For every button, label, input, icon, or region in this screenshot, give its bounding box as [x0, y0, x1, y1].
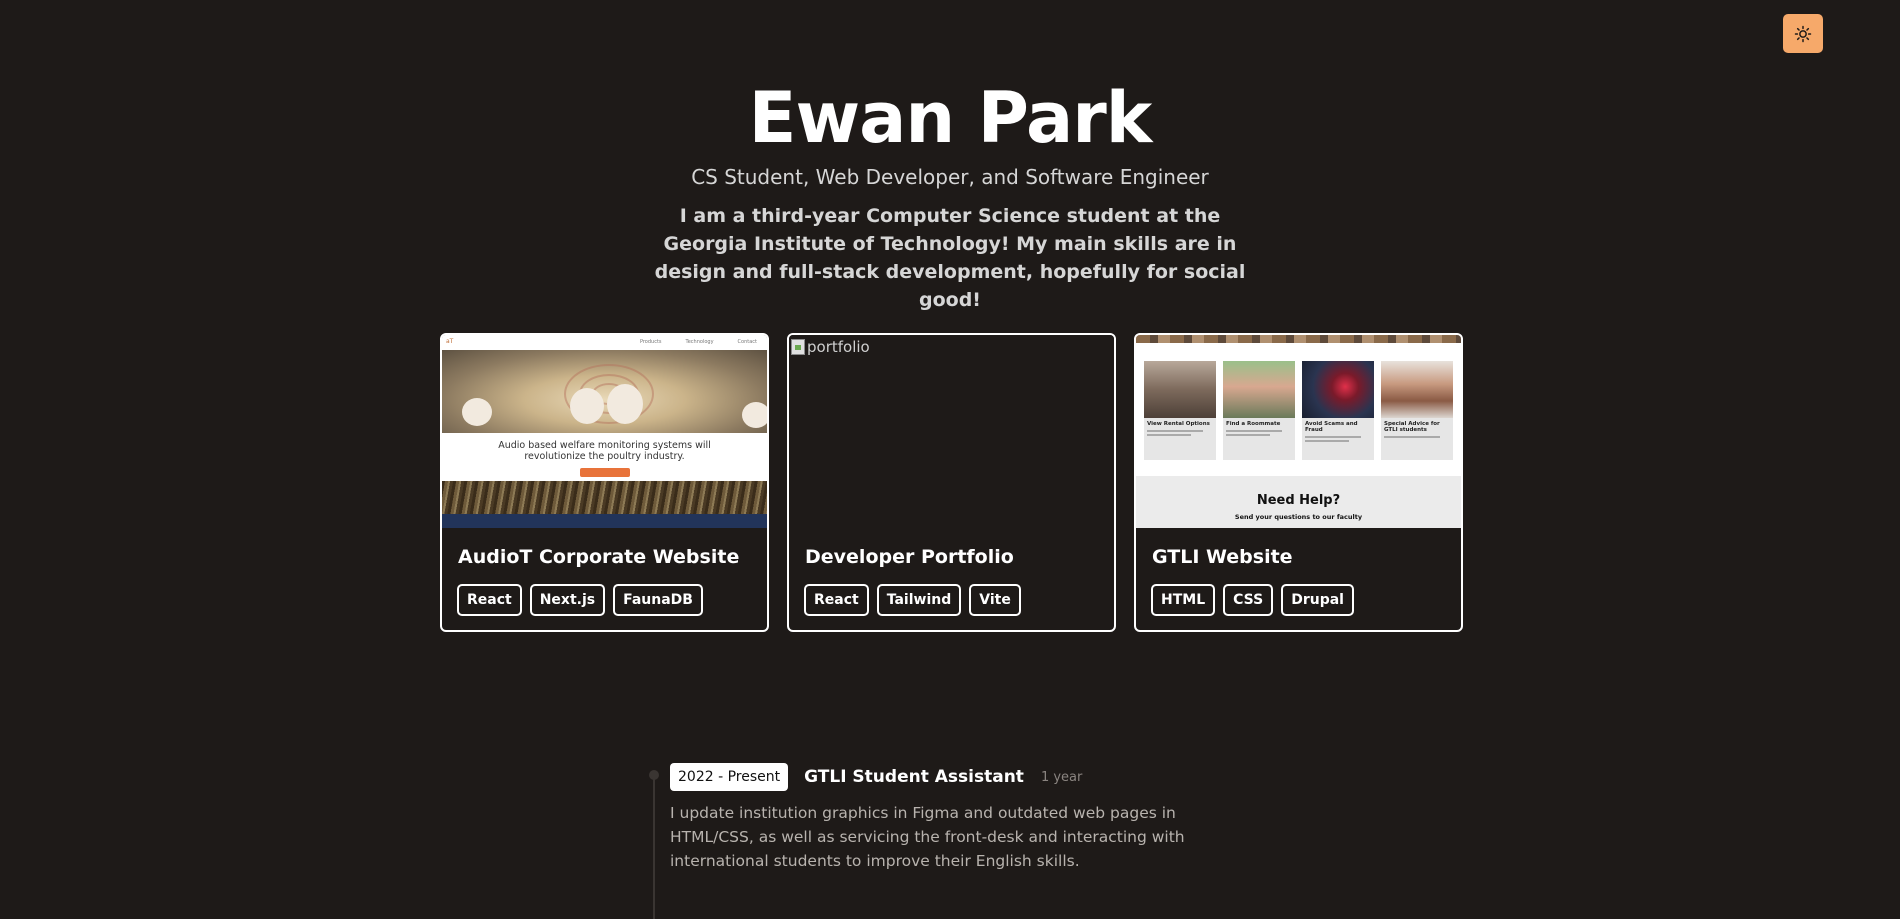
thumb-cta-button [579, 468, 630, 477]
broken-image-icon [791, 339, 805, 355]
timeline-line [653, 774, 655, 919]
thumb-help-band: Need Help? Send your questions to our fa… [1136, 476, 1461, 528]
thumb-hero-band: Audio based welfare monitoring systems w… [442, 433, 767, 481]
tech-tag: Vite [969, 584, 1021, 616]
timeline-dot [649, 770, 659, 780]
tech-tag: Next.js [529, 584, 606, 616]
thumb-nav-link: Contact [737, 339, 757, 345]
hero-subtitle: CS Student, Web Developer, and Software … [691, 165, 1209, 189]
tech-tag: Tailwind [876, 584, 962, 616]
tech-tag: Drupal [1281, 584, 1354, 616]
project-card-gtli[interactable]: View Rental Options Find a Roommate Avoi… [1134, 333, 1463, 632]
project-tags: React Tailwind Vite [804, 584, 1021, 616]
hero-section: Ewan Park CS Student, Web Developer, and… [0, 78, 1900, 314]
straw-photo [442, 481, 767, 514]
project-thumbnail: aT Products Technology Contact Audio bas… [442, 335, 767, 528]
thumb-tile: Special Advice for GTLI students [1381, 361, 1453, 460]
chicks-photo [442, 350, 767, 433]
image-alt-text: portfolio [807, 338, 870, 356]
project-tags: React Next.js FaunaDB [457, 584, 703, 616]
thumb-tile: Find a Roommate [1223, 361, 1295, 460]
thumb-help-title: Need Help? [1256, 493, 1341, 508]
page-title: Ewan Park [748, 77, 1153, 159]
tech-tag: React [457, 584, 522, 616]
project-title: AudioT Corporate Website [458, 546, 740, 568]
sun-icon [1794, 25, 1812, 42]
project-thumbnail: View Rental Options Find a Roommate Avoi… [1136, 335, 1461, 528]
thumb-nav-link: Products [639, 339, 662, 345]
thumb-headline: Audio based welfare monitoring systems w… [498, 440, 711, 462]
hero-bio: I am a third-year Computer Science stude… [654, 205, 1246, 311]
project-title: Developer Portfolio [805, 546, 1014, 568]
project-tags: HTML CSS Drupal [1151, 584, 1354, 616]
job-title: GTLI Student Assistant [804, 767, 1024, 787]
thumb-help-subtitle: Send your questions to our faculty [1234, 513, 1363, 521]
project-thumbnail: portfolio [789, 335, 1114, 528]
projects-grid: aT Products Technology Contact Audio bas… [440, 333, 1465, 632]
tech-tag: HTML [1151, 584, 1216, 616]
thumb-navbar: aT Products Technology Contact [442, 335, 767, 350]
tech-tag: CSS [1223, 584, 1274, 616]
tech-tag: FaunaDB [613, 584, 703, 616]
thumb-nav-link: Technology [685, 339, 714, 345]
project-card-audiot[interactable]: aT Products Technology Contact Audio bas… [440, 333, 769, 632]
job-duration: 1 year [1040, 769, 1083, 785]
thumb-tile: Avoid Scams and Fraud [1302, 361, 1374, 460]
thumb-photo-strip [1136, 335, 1461, 343]
theme-toggle-button[interactable] [1783, 14, 1823, 53]
project-title: GTLI Website [1152, 546, 1293, 568]
broken-image: portfolio [791, 338, 870, 356]
thumb-logo: aT [446, 338, 454, 345]
project-card-portfolio[interactable]: portfolio Developer Portfolio React Tail… [787, 333, 1116, 632]
experience-timeline: 2022 - Present GTLI Student Assistant 1 … [649, 760, 1253, 919]
tech-tag: React [804, 584, 869, 616]
thumb-footer [442, 514, 767, 528]
date-badge: 2022 - Present [670, 763, 789, 791]
job-description: I update institution graphics in Figma a… [670, 804, 1185, 870]
timeline-entry-header: 2022 - Present GTLI Student Assistant 1 … [670, 763, 1082, 791]
thumb-tile: View Rental Options [1144, 361, 1216, 460]
